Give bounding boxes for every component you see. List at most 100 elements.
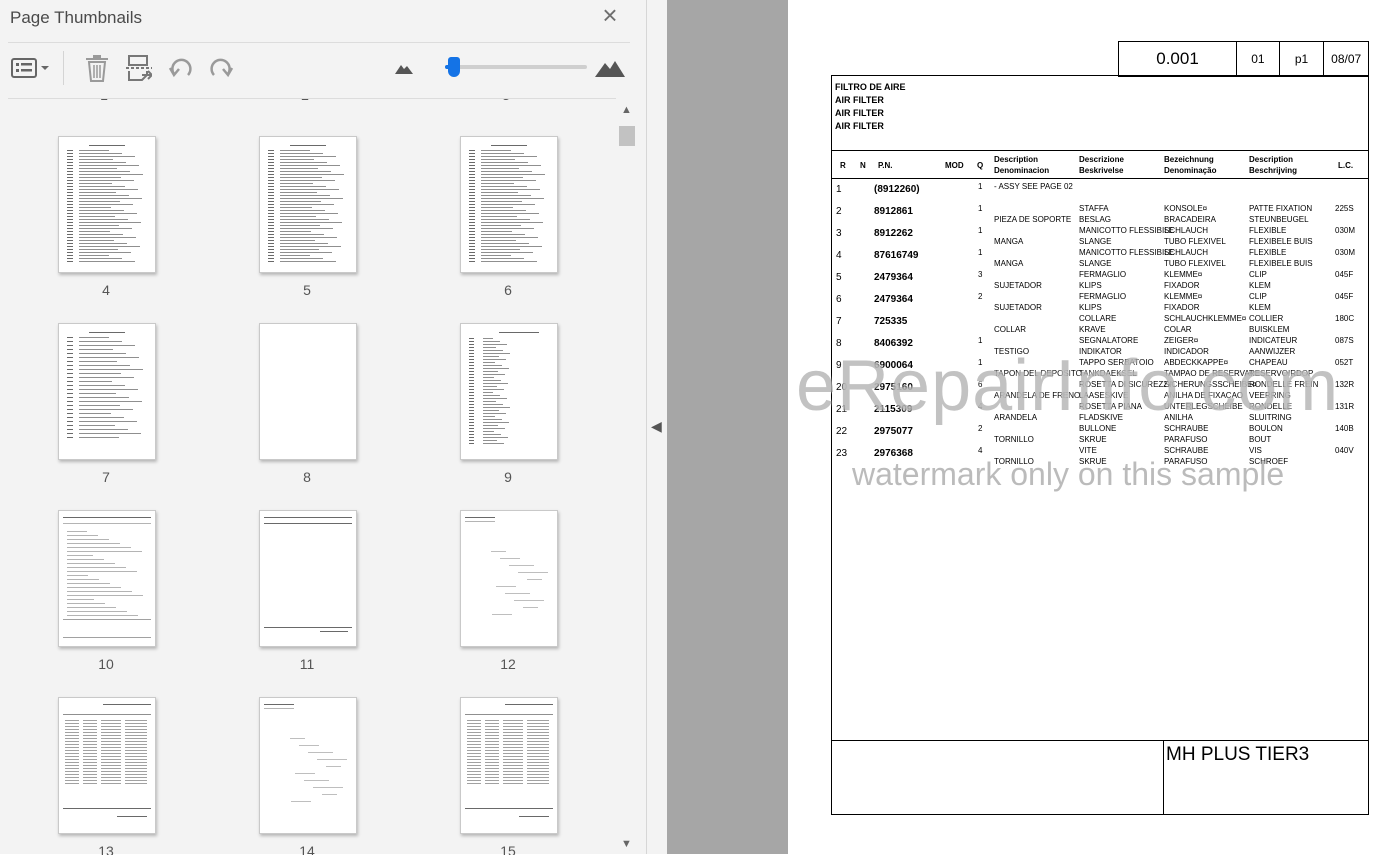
thumbnail-text-line xyxy=(527,774,549,775)
thumbnail-text-line xyxy=(485,738,499,739)
thumbnail-text-line xyxy=(317,759,347,760)
thumbnail-text-line xyxy=(67,174,73,175)
page-thumbnail[interactable] xyxy=(460,697,558,834)
thumbnail-text-line xyxy=(491,551,506,552)
thumbnail-options-button[interactable] xyxy=(10,53,50,83)
thumbnail-text-line xyxy=(67,401,73,402)
page-number-label: 15 xyxy=(500,843,516,855)
thumbnail-text-line xyxy=(467,723,481,724)
thumbnail-text-line xyxy=(125,720,147,721)
thumbnail-text-line xyxy=(280,231,311,232)
thumbnail-text-line xyxy=(268,204,274,205)
divider xyxy=(832,178,1368,179)
thumbnail-text-line xyxy=(481,213,539,214)
model-name: MH PLUS TIER3 xyxy=(1166,744,1310,765)
rotate-ccw-button[interactable] xyxy=(166,53,196,83)
thumbnail-text-line xyxy=(83,744,97,745)
thumbnail-text-line xyxy=(67,547,131,548)
part-title: FILTRO DE AIRE xyxy=(835,82,906,92)
page-thumbnail[interactable] xyxy=(460,510,558,647)
row-part-number: 2975077 xyxy=(874,426,913,437)
footer-divider xyxy=(832,740,1368,741)
thumbnail-text-line xyxy=(83,762,97,763)
scroll-down-arrow[interactable]: ▼ xyxy=(621,838,632,850)
thumbnail-options-icon xyxy=(11,58,49,78)
table-row: 2 8912861 1 STAFFA KONSOLE¤ PATTE FIXATION 225… xyxy=(832,204,1368,226)
thumbnail-text-line xyxy=(481,234,525,235)
thumbnail-text-line xyxy=(67,231,73,232)
page-thumbnail[interactable] xyxy=(58,510,156,647)
page-thumbnail[interactable] xyxy=(58,323,156,460)
col-n: N xyxy=(860,161,866,170)
close-icon[interactable]: × xyxy=(598,2,622,28)
thumbnail-text-line xyxy=(503,762,523,763)
thumbnail-text-line xyxy=(67,611,127,612)
thumbnail-text-line xyxy=(67,543,120,544)
row-qty: 2 xyxy=(978,292,983,301)
zoom-in-thumbnails[interactable] xyxy=(594,53,626,83)
thumbnail-text-line xyxy=(268,237,274,238)
thumbnail-text-line xyxy=(79,261,135,262)
thumbnail-text-line xyxy=(65,777,79,778)
row-desc-fr: FLEXIBLE xyxy=(1249,226,1287,235)
zoom-out-thumbnails[interactable] xyxy=(394,53,414,83)
thumbnail-text-line xyxy=(67,433,73,434)
thumbnail-text-line xyxy=(483,401,496,402)
thumbnail-text-line xyxy=(469,431,474,432)
row-part-number: 2479364 xyxy=(874,294,913,305)
thumbnail-text-line xyxy=(485,729,499,730)
page-thumbnail[interactable] xyxy=(460,136,558,273)
collapse-panel-arrow-icon[interactable]: ◀ xyxy=(651,418,663,438)
thumbnail-text-line xyxy=(505,704,553,705)
thumbnail-text-line xyxy=(469,338,474,339)
page-thumbnail[interactable] xyxy=(58,136,156,273)
thumbnail-text-line xyxy=(264,523,352,524)
thumbnail-text-line xyxy=(483,362,495,363)
scrollbar-thumb[interactable] xyxy=(619,126,635,146)
thumbnail-text-line xyxy=(483,374,505,375)
scroll-up-arrow[interactable]: ▲ xyxy=(621,104,632,116)
row-part-number: 2479364 xyxy=(874,272,913,283)
thumbnail-text-line xyxy=(465,517,495,518)
thumbnail-text-line xyxy=(481,252,533,253)
thumbnail-text-line xyxy=(313,787,343,788)
thumbnail-text-line xyxy=(125,747,147,748)
row-desc-it: FERMAGLIO xyxy=(1079,270,1127,279)
thumbnail-text-line xyxy=(481,243,529,244)
page-number-label: 14 xyxy=(299,843,315,855)
thumbnail-text-line xyxy=(483,434,501,435)
thumbnail-text-line xyxy=(523,607,538,608)
delete-pages-button[interactable] xyxy=(83,53,111,83)
page-thumbnail[interactable] xyxy=(58,697,156,834)
thumbnail-size-slider[interactable] xyxy=(445,65,587,69)
page-thumbnail[interactable] xyxy=(259,136,357,273)
row-ref: 7 xyxy=(836,316,842,327)
thumbnail-scrollbar[interactable]: ▲ ▼ xyxy=(617,98,637,854)
thumbnail-text-line xyxy=(67,437,73,438)
thumbnail-text-line xyxy=(79,231,110,232)
thumbnail-text-line xyxy=(83,735,97,736)
rotate-cw-button[interactable] xyxy=(206,53,236,83)
thumbnail-text-line xyxy=(101,783,121,784)
extract-pages-button[interactable] xyxy=(125,53,153,83)
page-thumbnail[interactable] xyxy=(460,323,558,460)
page-thumbnail[interactable] xyxy=(259,697,357,834)
watermark-brand: eRepairInfo.com xyxy=(796,346,1340,426)
thumbnail-text-line xyxy=(485,723,499,724)
thumbnail-text-line xyxy=(485,783,499,784)
thumbnail-text-line xyxy=(268,192,274,193)
page-thumbnail[interactable] xyxy=(259,510,357,647)
slider-handle[interactable] xyxy=(448,57,461,77)
thumbnail-text-line xyxy=(280,258,323,259)
thumbnail-text-line xyxy=(67,587,121,588)
thumbnail-text-line xyxy=(469,344,474,345)
row-ref: 4 xyxy=(836,250,842,261)
thumbnail-text-line xyxy=(481,228,534,229)
thumbnail-text-line xyxy=(469,356,474,357)
thumbnail-text-line xyxy=(527,744,549,745)
col-q: Q xyxy=(977,161,984,170)
page-thumbnail[interactable] xyxy=(259,323,357,460)
thumbnail-text-line xyxy=(79,258,122,259)
thumbnail-text-line xyxy=(79,249,118,250)
thumbnail-text-line xyxy=(481,204,535,205)
